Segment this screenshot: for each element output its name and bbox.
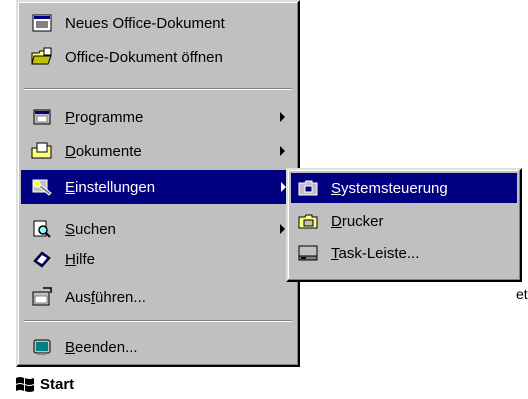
control-panel-icon <box>297 177 319 199</box>
printer-icon <box>297 210 319 232</box>
menu-item-run[interactable]: Ausführen... <box>21 280 295 314</box>
menu-item-new-office-document[interactable]: Neues Office-Dokument <box>21 6 295 40</box>
shutdown-icon <box>31 336 53 358</box>
submenu-arrow-icon <box>280 224 285 234</box>
menu-separator <box>24 320 292 322</box>
search-icon <box>31 218 53 240</box>
submenu-item-label: Task-Leiste... <box>331 244 420 262</box>
submenu-arrow-icon <box>280 146 285 156</box>
open-office-document-icon <box>31 46 53 68</box>
submenu-item-label: Drucker <box>331 212 384 230</box>
menu-item-label: Office-Dokument öffnen <box>65 48 223 66</box>
submenu-arrow-icon <box>280 112 285 122</box>
start-menu: Neues Office-Dokument Office-Dokument öf… <box>16 0 300 367</box>
taskbar-icon <box>297 242 319 264</box>
menu-item-label: Neues Office-Dokument <box>65 14 225 32</box>
help-icon <box>31 248 53 270</box>
menu-item-label: Dokumente <box>65 142 142 160</box>
submenu-item-label: Systemsteuerung <box>331 179 448 197</box>
settings-submenu: Systemsteuerung Drucker Task-Leiste... <box>286 168 522 282</box>
settings-icon <box>31 176 53 198</box>
start-button[interactable]: Start <box>14 371 74 397</box>
new-office-document-icon <box>31 12 53 34</box>
menu-item-label: Einstellungen <box>65 178 156 196</box>
menu-item-settings[interactable]: Einstellungen <box>21 170 296 204</box>
documents-icon <box>31 140 53 162</box>
submenu-item-taskbar[interactable]: Task-Leiste... <box>291 238 517 268</box>
programs-icon <box>31 106 53 128</box>
menu-separator <box>24 88 292 90</box>
run-icon <box>31 286 53 308</box>
menu-item-label: Ausführen... <box>65 288 146 306</box>
menu-item-open-office-document[interactable]: Office-Dokument öffnen <box>21 40 295 74</box>
menu-item-label: Programme <box>65 108 144 126</box>
submenu-item-control-panel[interactable]: Systemsteuerung <box>291 173 517 203</box>
background-partial-text: et <box>516 286 528 302</box>
menu-item-documents[interactable]: Dokumente <box>21 134 295 168</box>
menu-item-label: Beenden... <box>65 338 138 356</box>
menu-item-programs[interactable]: Programme <box>21 100 295 134</box>
menu-item-label: Suchen <box>65 220 116 238</box>
submenu-item-printers[interactable]: Drucker <box>291 206 517 236</box>
menu-item-label: Hilfe <box>65 250 96 268</box>
menu-item-help[interactable]: Hilfe <box>21 242 295 276</box>
menu-item-search[interactable]: Suchen <box>21 212 295 246</box>
menu-item-shutdown[interactable]: Beenden... <box>21 330 295 364</box>
windows-logo-icon <box>14 374 36 394</box>
start-label: Start <box>40 375 75 393</box>
